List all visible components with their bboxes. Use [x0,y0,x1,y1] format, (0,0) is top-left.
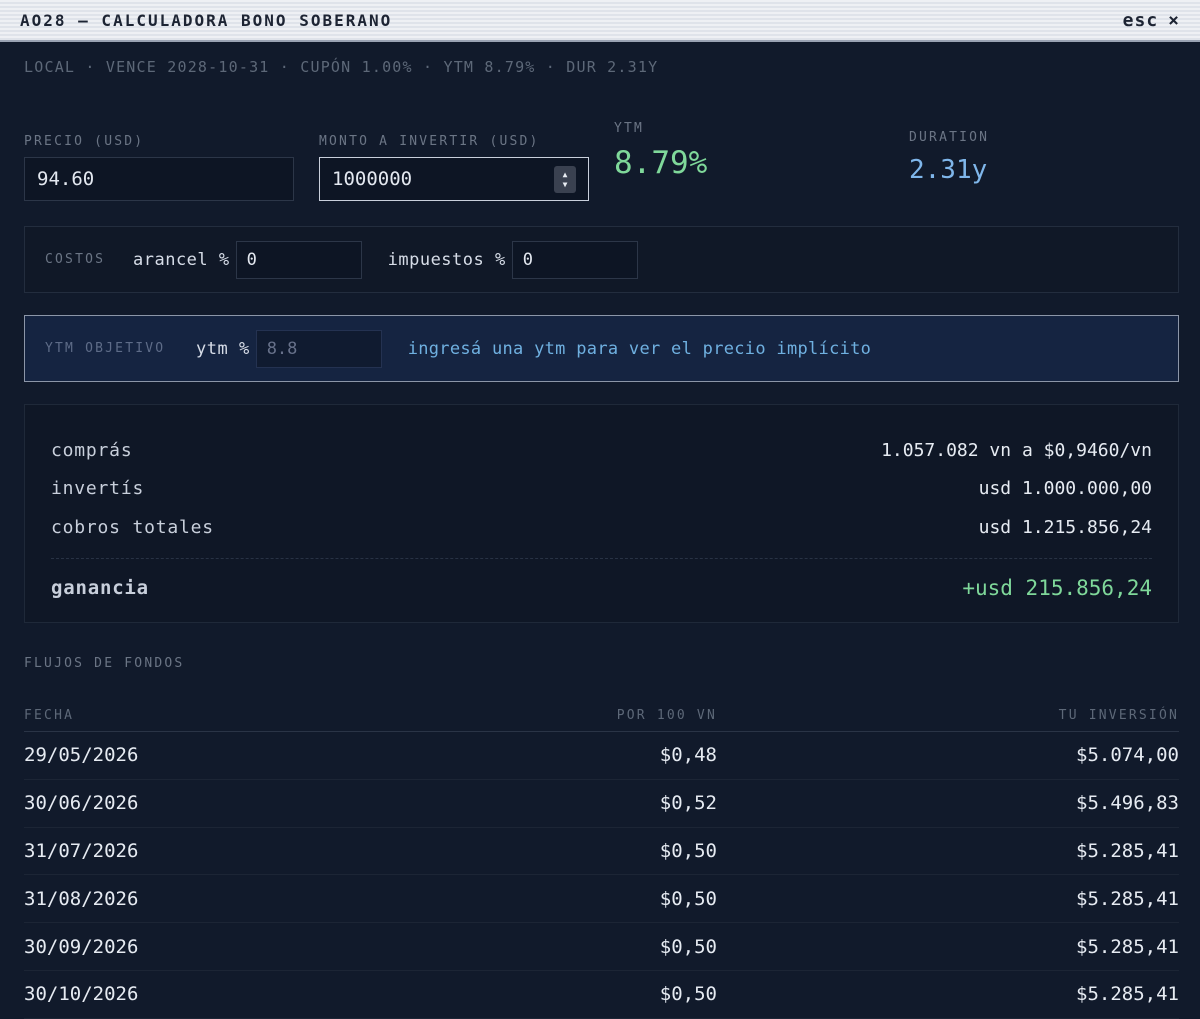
ytm-objetivo-input[interactable]: 8.8 [255,329,382,368]
cell-por-100-vn: $0,50 [659,983,717,1006]
header-tu-inversion: TU INVERSIÓN [1058,708,1179,723]
monto-input[interactable]: 1000000 ▲ ▼ [319,157,589,201]
impuestos-input[interactable]: 0 [511,240,638,279]
flujos-title: FLUJOS DE FONDOS [24,656,185,671]
summary-value: usd 1.215.856,24 [978,516,1152,538]
close-button[interactable]: esc × [1123,10,1180,31]
summary-row-ganancia: ganancia +usd 215.856,24 [51,569,1152,608]
header-por-100-vn: POR 100 VN [616,708,717,723]
arancel-input[interactable]: 0 [235,240,362,279]
close-icon: × [1168,9,1180,31]
summary-row-invertis: invertís usd 1.000.000,00 [51,470,1152,509]
cell-tu-inversion: $5.285,41 [1076,839,1179,862]
costos-panel: COSTOS arancel % 0 impuestos % 0 [24,226,1179,293]
header-fecha: FECHA [24,708,75,723]
costos-label: COSTOS [45,252,106,267]
summary-value: usd 1.000.000,00 [978,478,1152,500]
duration-stat-label: DURATION [909,130,990,145]
summary-divider [51,557,1152,559]
cell-fecha: 30/06/2026 [24,792,139,815]
duration-stat-value: 2.31y [909,155,988,185]
ytm-stat-value: 8.79% [614,145,708,181]
ytm-objetivo-hint: ingresá una ytm para ver el precio implí… [407,338,872,359]
cell-fecha: 31/08/2026 [24,887,139,910]
cell-por-100-vn: $0,52 [659,792,717,815]
arancel-label: arancel % [133,249,230,270]
table-row: 31/07/2026 $0,50 $5.285,41 [24,828,1179,876]
title-bar: AO28 — CALCULADORA BONO SOBERANO esc × [0,0,1200,42]
cell-por-100-vn: $0,48 [659,744,717,767]
monto-field-group: MONTO A INVERTIR (USD) 1000000 ▲ ▼ [319,134,589,201]
cell-tu-inversion: $5.496,83 [1076,792,1179,815]
cell-fecha: 31/07/2026 [24,839,139,862]
monto-label: MONTO A INVERTIR (USD) [319,134,540,149]
table-row: 30/06/2026 $0,52 $5.496,83 [24,780,1179,828]
table-row: 30/09/2026 $0,50 $5.285,41 [24,923,1179,971]
stepper-down-icon[interactable]: ▼ [563,180,568,190]
ytm-stat: YTM 8.79% [614,121,707,181]
bond-summary-line: LOCAL · VENCE 2028-10-31 · CUPÓN 1.00% ·… [24,58,659,76]
monto-stepper[interactable]: ▲ ▼ [554,166,576,193]
table-header: FECHA POR 100 VN TU INVERSIÓN [24,700,1179,732]
summary-row-cobros: cobros totales usd 1.215.856,24 [51,508,1152,547]
stepper-up-icon[interactable]: ▲ [563,170,568,180]
arancel-value: 0 [246,249,257,270]
cell-fecha: 29/05/2026 [24,744,139,767]
precio-label: PRECIO (USD) [24,134,145,149]
cell-tu-inversion: $5.285,41 [1076,887,1179,910]
summary-key: cobros totales [51,516,214,538]
ytm-objetivo-panel: YTM OBJETIVO ytm % 8.8 ingresá una ytm p… [24,315,1179,382]
table-row: 29/05/2026 $0,48 $5.074,00 [24,732,1179,780]
ganancia-label: ganancia [51,576,149,599]
summary-panel: comprás 1.057.082 vn a $0,9460/vn invert… [24,404,1179,623]
ytm-stat-label: YTM [614,121,645,136]
cell-fecha: 30/09/2026 [24,935,139,958]
window-title: AO28 — CALCULADORA BONO SOBERANO [20,10,393,30]
summary-value: 1.057.082 vn a $0,9460/vn [881,439,1152,461]
ytm-objetivo-label: YTM OBJETIVO [45,341,166,356]
summary-key: comprás [51,439,133,461]
precio-field-group: PRECIO (USD) 94.60 [24,134,294,201]
cell-por-100-vn: $0,50 [659,935,717,958]
table-row: 31/08/2026 $0,50 $5.285,41 [24,875,1179,924]
ytm-objetivo-placeholder: 8.8 [266,338,298,359]
esc-label: esc [1122,9,1159,31]
table-row: 30/10/2026 $0,50 $5.285,41 [24,971,1179,1019]
cell-tu-inversion: $5.074,00 [1076,744,1179,767]
flujos-table: FECHA POR 100 VN TU INVERSIÓN 29/05/2026… [24,700,1179,1019]
cell-fecha: 30/10/2026 [24,983,139,1006]
impuestos-label: impuestos % [387,249,506,270]
cell-por-100-vn: $0,50 [659,839,717,862]
cell-tu-inversion: $5.285,41 [1076,983,1179,1006]
summary-row-compras: comprás 1.057.082 vn a $0,9460/vn [51,431,1152,470]
cell-por-100-vn: $0,50 [659,887,717,910]
impuestos-value: 0 [522,249,533,270]
duration-stat: DURATION 2.31y [909,130,989,185]
ganancia-value: +usd 215.856,24 [962,575,1152,600]
ytm-objetivo-input-label: ytm % [196,338,250,359]
precio-value: 94.60 [37,168,95,190]
precio-input[interactable]: 94.60 [24,157,294,201]
monto-value: 1000000 [332,168,413,190]
cell-tu-inversion: $5.285,41 [1076,935,1179,958]
summary-key: invertís [51,478,145,500]
